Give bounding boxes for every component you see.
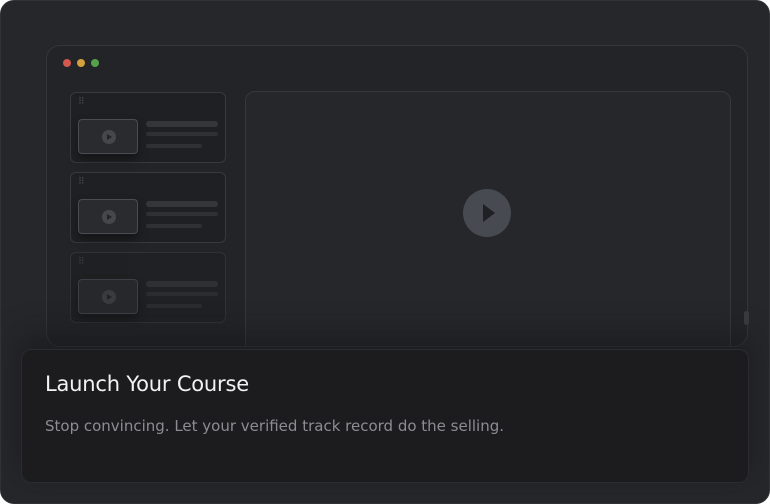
lesson-title-placeholder [146,201,218,207]
lesson-thumbnail[interactable] [78,279,138,314]
lesson-text-placeholder [146,132,218,136]
drag-handle-icon[interactable]: ⠿ [78,177,85,186]
play-icon[interactable] [463,189,511,237]
lesson-item[interactable]: ⠿ [70,92,226,163]
close-dot-icon [63,59,71,67]
course-builder-window: ⠿ ⠿ ⠿ [46,45,748,347]
lesson-text-placeholder [146,212,218,216]
lesson-title-placeholder [146,281,218,287]
caption-title: Launch Your Course [45,372,249,396]
lesson-text-placeholder [146,292,218,296]
lesson-text-placeholder [146,304,202,308]
lesson-text-placeholder [146,224,202,228]
window-titlebar [47,46,747,80]
drag-handle-icon[interactable]: ⠿ [78,97,85,106]
drag-handle-icon[interactable]: ⠿ [78,257,85,266]
lesson-thumbnail[interactable] [78,199,138,234]
play-icon [102,290,116,304]
scrollbar-thumb[interactable] [744,311,749,325]
caption-panel: Launch Your Course Stop convincing. Let … [21,349,749,483]
minimize-dot-icon [77,59,85,67]
lesson-title-placeholder [146,121,218,127]
lesson-item[interactable]: ⠿ [70,172,226,243]
video-player[interactable] [245,91,731,346]
lesson-thumbnail[interactable] [78,119,138,154]
play-icon [102,130,116,144]
caption-subtitle: Stop convincing. Let your verified track… [45,417,505,435]
play-icon [102,210,116,224]
feature-card: ⠿ ⠿ ⠿ Launch Your Course Stop convincing… [0,0,770,504]
lesson-text-placeholder [146,144,202,148]
maximize-dot-icon [91,59,99,67]
lesson-item[interactable]: ⠿ [70,252,226,323]
